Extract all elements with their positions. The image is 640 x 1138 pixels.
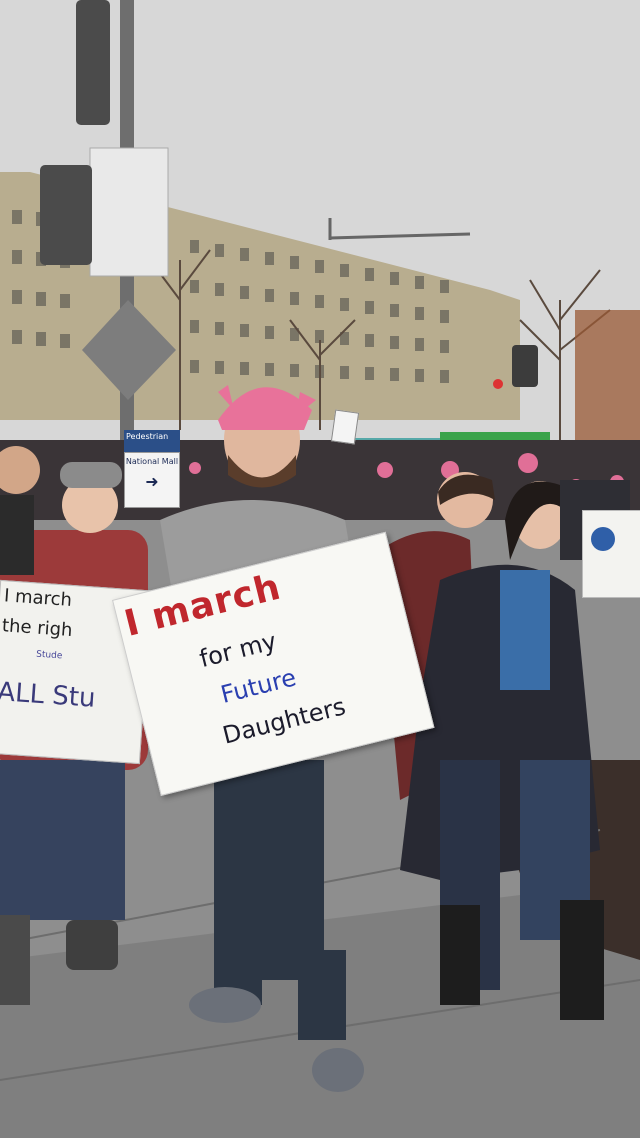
photo-scene: Pedestrian National Mall ➜ I march the r… [0, 0, 640, 1138]
left-sign-scribble: Stude [35, 649, 63, 662]
globe-icon [591, 527, 615, 551]
main-sign-line2: for my [196, 626, 280, 674]
autumn-tree [575, 310, 640, 440]
traffic-light-right [512, 345, 538, 387]
man-far-left [0, 446, 40, 575]
street-sign-header-text: Pedestrian [126, 432, 169, 441]
sneaker-right [312, 1048, 364, 1092]
traffic-light-left [40, 165, 92, 265]
small-crowd-sign [330, 409, 360, 445]
arrow-right-icon: ➜ [145, 472, 159, 491]
left-sign-line1: I march [3, 585, 73, 611]
left-sign-line2: the righ [1, 615, 74, 642]
traffic-light-top [76, 0, 110, 125]
left-sign-line3: ALL Stu [0, 677, 97, 714]
sneaker-left [189, 987, 261, 1023]
sign-back [89, 147, 169, 277]
main-sign-line3: Future [217, 663, 299, 709]
street-sign: National Mall ➜ [124, 452, 180, 508]
street-sign-label: National Mall [125, 457, 179, 466]
right-protest-banner [582, 510, 640, 598]
red-signal [493, 379, 503, 389]
street-sign-header: Pedestrian [124, 430, 180, 452]
knit-headband [60, 462, 122, 488]
